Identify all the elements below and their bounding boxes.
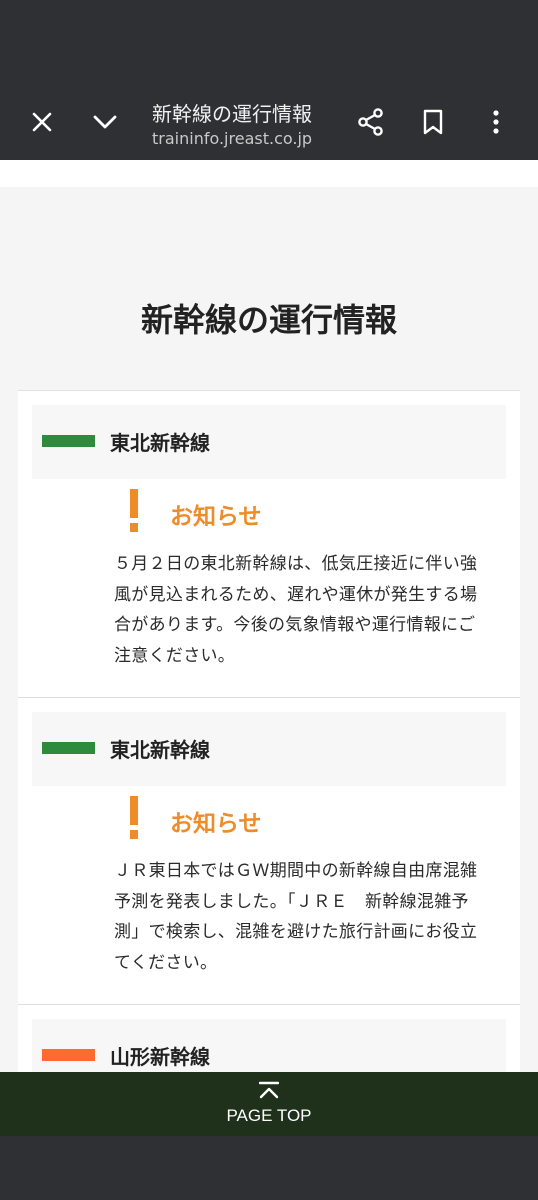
- line-color-bar: [42, 1049, 95, 1061]
- line-name: 東北新幹線: [110, 738, 210, 762]
- scroll-to-top-icon: [259, 1081, 279, 1099]
- notice-text: ＪＲ東日本ではＧＷ期間中の新幹線自由席混雑予測を発表しました。「ＪＲＥ 新幹線混…: [114, 861, 478, 973]
- page-top-strip: [0, 160, 538, 187]
- close-icon[interactable]: [20, 100, 64, 144]
- browser-page-title: 新幹線の運行情報: [152, 102, 312, 126]
- exclamation-icon: [130, 489, 138, 532]
- line-header[interactable]: 山形新幹線: [32, 1019, 506, 1072]
- notice-label: お知らせ: [170, 811, 262, 837]
- exclamation-icon: [130, 796, 138, 839]
- page-title: 新幹線の運行情報: [140, 301, 397, 339]
- line-name: 山形新幹線: [110, 1045, 210, 1069]
- browser-toolbar: 新幹線の運行情報 traininfo.jreast.co.jp: [0, 84, 538, 160]
- system-navigation-bar: [0, 1136, 538, 1200]
- line-name: 東北新幹線: [110, 431, 210, 455]
- line-card: 東北新幹線 お知らせ ５月２日の東北新幹線は、低気圧接近に伴い強風が見込まれるた…: [18, 405, 520, 698]
- line-header[interactable]: 東北新幹線: [32, 405, 506, 479]
- line-card: 山形新幹線: [18, 1019, 520, 1072]
- bookmark-icon[interactable]: [411, 100, 455, 144]
- page-top-button[interactable]: PAGE TOP: [0, 1072, 538, 1136]
- share-icon[interactable]: [349, 100, 393, 144]
- web-page: 新幹線の運行情報 東北新幹線 お知らせ ５月２日の東北新幹線は、低気圧接近に伴い…: [0, 160, 538, 1072]
- status-bar: [0, 0, 538, 84]
- chevron-down-icon[interactable]: [83, 100, 127, 144]
- line-color-bar: [42, 435, 95, 447]
- browser-url: traininfo.jreast.co.jp: [152, 129, 313, 148]
- notice-header: お知らせ: [18, 479, 520, 545]
- more-options-icon[interactable]: [474, 100, 518, 144]
- line-header[interactable]: 東北新幹線: [32, 712, 506, 786]
- line-list: 東北新幹線 お知らせ ５月２日の東北新幹線は、低気圧接近に伴い強風が見込まれるた…: [18, 390, 520, 1072]
- line-color-bar: [42, 742, 95, 754]
- notice-label: お知らせ: [170, 504, 262, 530]
- line-card: 東北新幹線 お知らせ ＪＲ東日本ではＧＷ期間中の新幹線自由席混雑予測を発表しまし…: [18, 712, 520, 1005]
- page-top-label: PAGE TOP: [226, 1106, 312, 1125]
- notice-text: ５月２日の東北新幹線は、低気圧接近に伴い強風が見込まれるため、遅れや運休が発生す…: [114, 554, 478, 666]
- notice-header: お知らせ: [18, 786, 520, 852]
